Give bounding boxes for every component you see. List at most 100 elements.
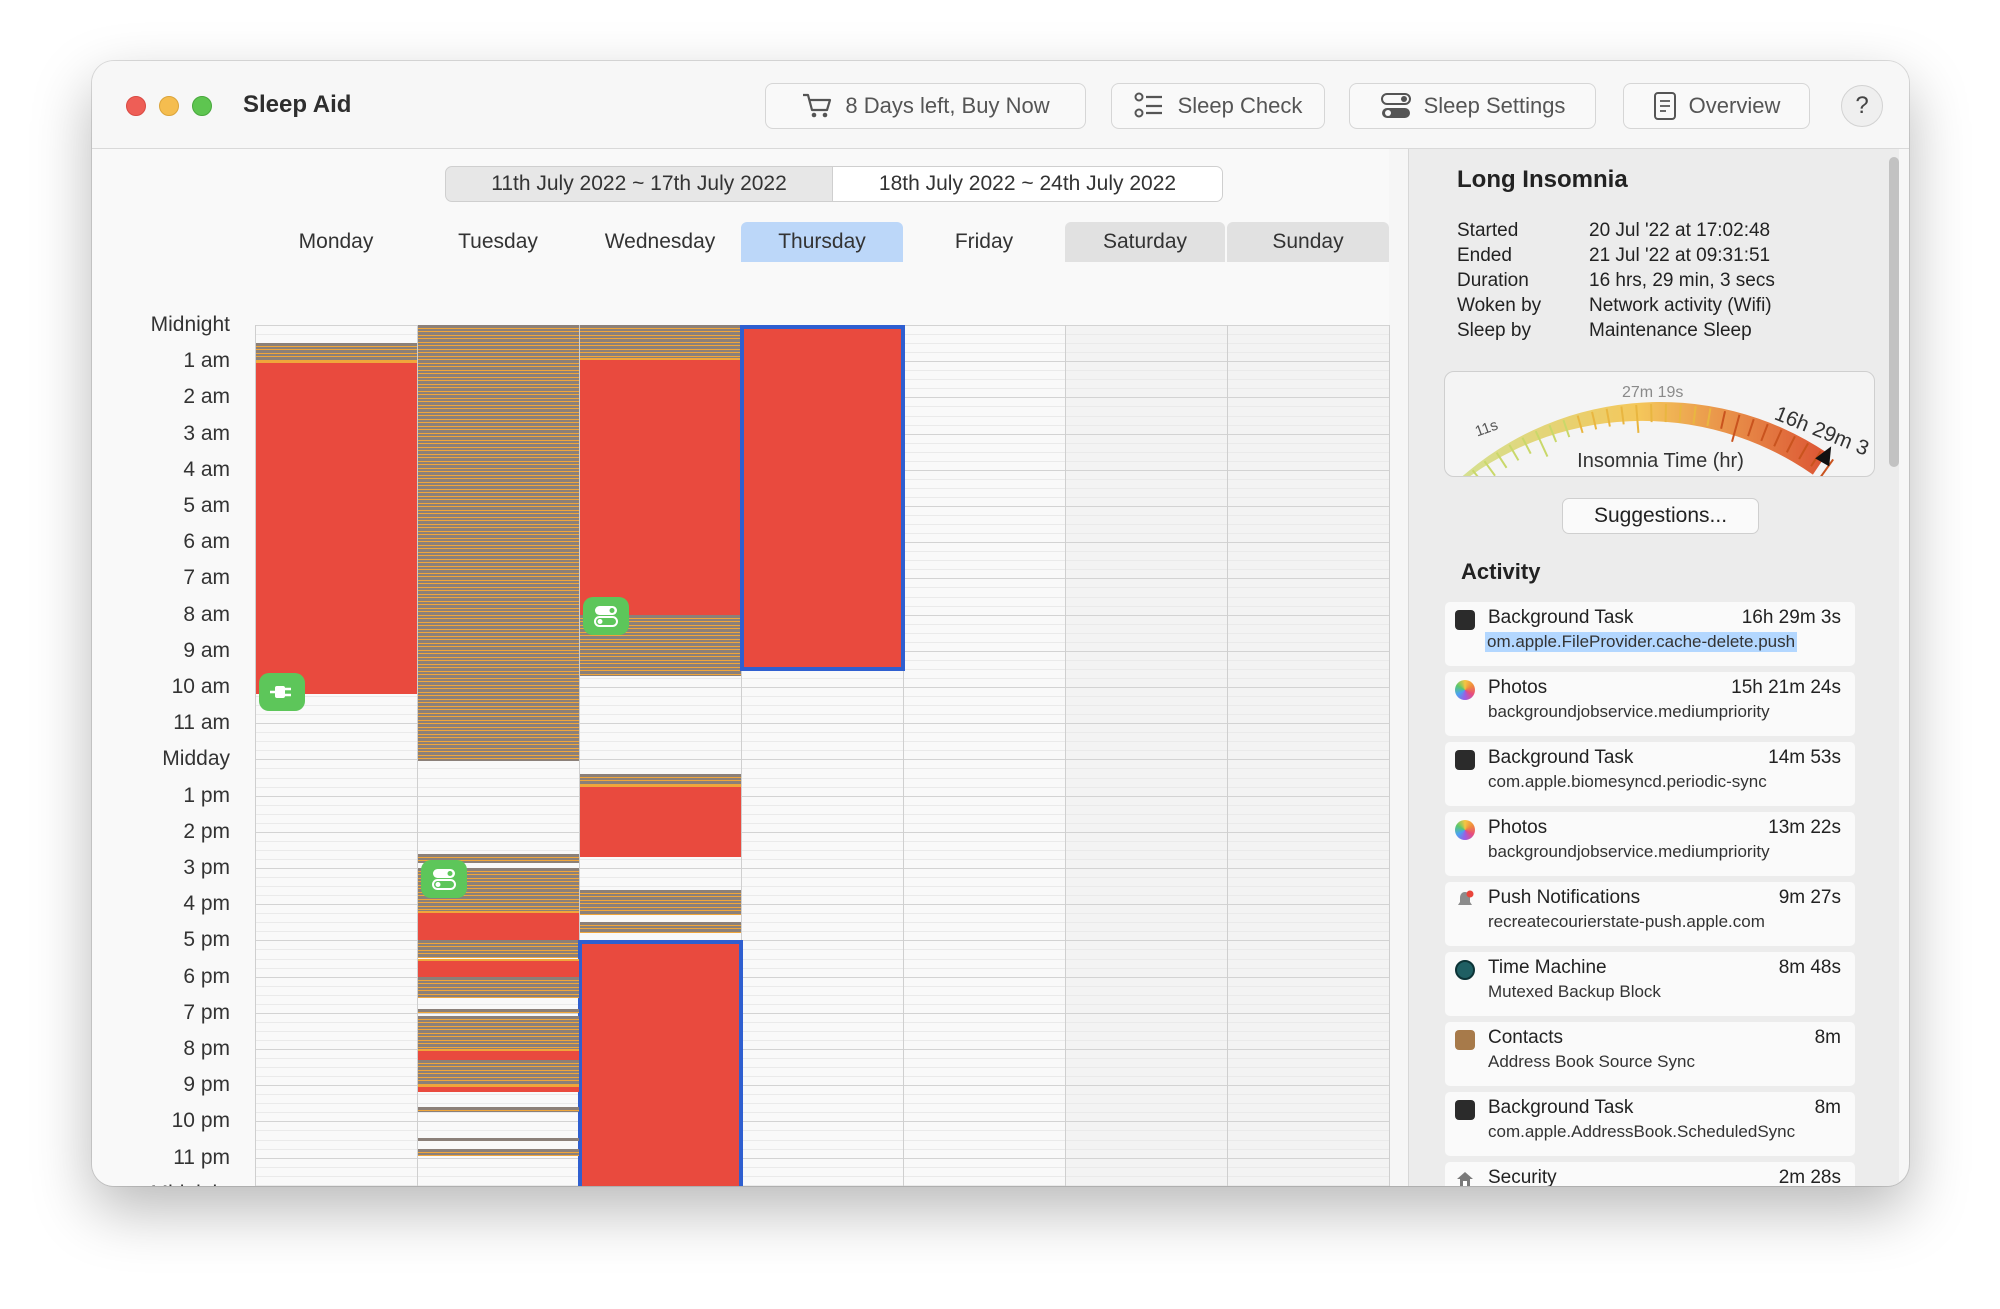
wake-activity-block[interactable] bbox=[418, 976, 579, 999]
hour-label: 4 am bbox=[183, 457, 230, 481]
hour-label: 1 pm bbox=[183, 783, 230, 807]
time-machine-icon bbox=[1455, 960, 1475, 980]
hour-label: 3 am bbox=[183, 421, 230, 445]
activity-item[interactable]: Background Task 8m com.apple.AddressBook.S… bbox=[1445, 1092, 1855, 1156]
sleep-block[interactable] bbox=[256, 361, 417, 695]
wake-activity-block[interactable] bbox=[256, 343, 417, 362]
grid-line bbox=[255, 831, 1389, 833]
hour-label: Midnight bbox=[150, 313, 230, 336]
sleep-block[interactable] bbox=[418, 958, 579, 977]
info-value: 21 Jul '22 at 09:31:51 bbox=[1589, 245, 1771, 266]
app-title: Sleep Aid bbox=[243, 91, 352, 118]
sleep-block[interactable] bbox=[418, 911, 579, 941]
minimize-window-button[interactable] bbox=[159, 96, 179, 116]
info-key: Woken by bbox=[1457, 295, 1542, 316]
power-event-badge[interactable] bbox=[259, 673, 305, 712]
wake-activity-block[interactable] bbox=[418, 1148, 579, 1156]
activity-item[interactable]: Background Task 14m 53s com.apple.biomesyn… bbox=[1445, 742, 1855, 806]
day-header-tuesday[interactable]: Tuesday bbox=[417, 222, 579, 262]
settings-event-badge[interactable] bbox=[421, 859, 467, 898]
sleep-block[interactable] bbox=[418, 1049, 579, 1060]
hour-label: Midday bbox=[162, 747, 230, 771]
activity-detail: com.apple.AddressBook.ScheduledSync bbox=[1488, 1122, 1796, 1141]
activity-duration: 9m 27s bbox=[1778, 887, 1841, 908]
hour-label: 5 pm bbox=[183, 928, 230, 952]
wake-activity-block[interactable] bbox=[580, 922, 741, 934]
info-value: Maintenance Sleep bbox=[1589, 320, 1752, 341]
activity-name: Push Notifications bbox=[1488, 887, 1641, 908]
help-button[interactable]: ? bbox=[1841, 85, 1883, 127]
day-header-saturday[interactable]: Saturday bbox=[1065, 222, 1225, 262]
wake-activity-block[interactable] bbox=[418, 940, 579, 959]
day-header-sunday[interactable]: Sunday bbox=[1227, 222, 1389, 262]
terminal-icon bbox=[1455, 1100, 1475, 1120]
wake-activity-block[interactable] bbox=[580, 325, 741, 358]
grid-line bbox=[255, 795, 1389, 797]
info-key: Sleep by bbox=[1457, 320, 1531, 341]
day-header-monday[interactable]: Monday bbox=[255, 222, 417, 262]
selected-sleep-block[interactable] bbox=[740, 325, 905, 671]
activity-name: Background Task bbox=[1488, 1097, 1634, 1118]
sidebar-scrollbar[interactable] bbox=[1889, 157, 1899, 467]
activity-detail: backgroundjobservice.mediumpriority bbox=[1488, 702, 1770, 721]
day-header-thursday[interactable]: Thursday bbox=[741, 222, 903, 262]
sleep-settings-button[interactable]: Sleep Settings bbox=[1349, 83, 1596, 129]
zoom-window-button[interactable] bbox=[192, 96, 212, 116]
settings-event-badge[interactable] bbox=[583, 597, 629, 636]
activity-name: Background Task bbox=[1488, 607, 1634, 628]
activity-name: Background Task bbox=[1488, 747, 1634, 768]
sleep-settings-label: Sleep Settings bbox=[1423, 93, 1566, 118]
info-key: Ended bbox=[1457, 245, 1512, 266]
sleep-block[interactable] bbox=[580, 784, 741, 858]
sleep-grid[interactable] bbox=[255, 325, 1390, 1186]
wake-activity-block[interactable] bbox=[580, 773, 741, 785]
detail-sidebar: Long Insomnia Started 20 Jul '22 at 17:02… bbox=[1408, 149, 1899, 1186]
week-segment-1[interactable]: 11th July 2022 ~ 17th July 2022 bbox=[446, 167, 832, 201]
wake-activity-block[interactable] bbox=[418, 325, 579, 762]
hour-label: Midnight bbox=[92, 1182, 230, 1186]
day-header-wednesday[interactable]: Wednesday bbox=[579, 222, 741, 262]
activity-item[interactable]: Time Machine 8m 48s Mutexed Backup Block bbox=[1445, 952, 1855, 1016]
grid-line bbox=[255, 1184, 1389, 1186]
terminal-icon bbox=[1455, 750, 1475, 770]
security-icon bbox=[1455, 1170, 1475, 1186]
hour-label: 11 pm bbox=[173, 1145, 230, 1169]
activity-item[interactable]: Photos 15h 21m 24s backgroundjobservice.me… bbox=[1445, 672, 1855, 736]
grid-column-line bbox=[1065, 325, 1066, 1186]
wake-activity-block[interactable] bbox=[418, 1009, 579, 1013]
sleep-check-button[interactable]: Sleep Check bbox=[1111, 83, 1325, 129]
wake-activity-block[interactable] bbox=[418, 1059, 579, 1086]
wake-activity-block[interactable] bbox=[580, 889, 741, 916]
activity-item[interactable]: Contacts 8m Address Book Source Sync bbox=[1445, 1022, 1855, 1086]
activity-detail: backgroundjobservice.mediumpriority bbox=[1488, 842, 1770, 861]
hour-label: 11 am bbox=[173, 711, 230, 735]
buy-now-button[interactable]: 8 Days left, Buy Now bbox=[765, 83, 1086, 129]
sleep-block[interactable] bbox=[580, 357, 741, 615]
hour-label: 10 pm bbox=[171, 1109, 230, 1133]
hour-label: 10 am bbox=[171, 675, 230, 698]
selected-sleep-block[interactable] bbox=[578, 940, 743, 1186]
info-key: Duration bbox=[1457, 270, 1529, 291]
grid-line bbox=[255, 1121, 1389, 1123]
activity-heading: Activity bbox=[1461, 559, 1541, 584]
info-value: 20 Jul '22 at 17:02:48 bbox=[1589, 220, 1771, 241]
close-window-button[interactable] bbox=[126, 96, 146, 116]
day-header-friday[interactable]: Friday bbox=[903, 222, 1065, 262]
week-segment-2[interactable]: 18th July 2022 ~ 24th July 2022 bbox=[832, 167, 1222, 201]
toggle-icon bbox=[594, 606, 618, 628]
wake-activity-block[interactable] bbox=[418, 1137, 579, 1142]
sleep-block[interactable] bbox=[418, 1085, 579, 1093]
activity-detail: Address Book Source Sync bbox=[1488, 1052, 1695, 1071]
activity-item[interactable]: Security 2m 28s bbox=[1445, 1162, 1855, 1186]
activity-item[interactable]: Background Task 16h 29m 3s om.apple.FilePr… bbox=[1445, 602, 1855, 666]
contacts-icon bbox=[1455, 1030, 1475, 1050]
activity-item[interactable]: Push Notifications 9m 27s recreatecouriers… bbox=[1445, 882, 1855, 946]
activity-name: Photos bbox=[1488, 817, 1548, 838]
overview-button[interactable]: Overview bbox=[1623, 83, 1810, 129]
activity-item[interactable]: Photos 13m 22s backgroundjobservice.medium… bbox=[1445, 812, 1855, 876]
wake-activity-block[interactable] bbox=[418, 1016, 579, 1049]
suggestions-button[interactable]: Suggestions... bbox=[1562, 498, 1759, 534]
hour-label: 5 am bbox=[183, 494, 230, 517]
wake-activity-block[interactable] bbox=[418, 1106, 579, 1113]
grid-line bbox=[255, 786, 1389, 788]
